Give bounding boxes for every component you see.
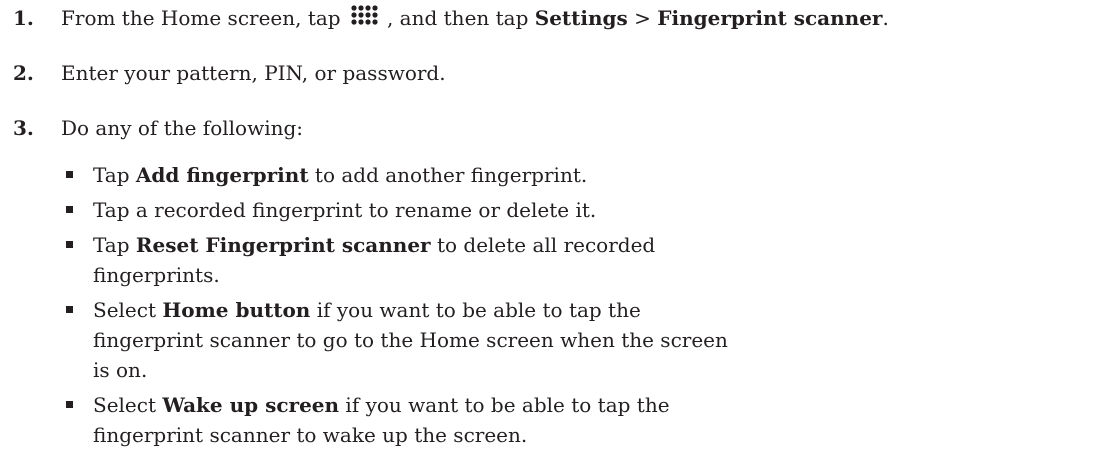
square-bullet-icon xyxy=(66,306,73,313)
item-text: to add another fingerprint. xyxy=(308,163,588,187)
step-text: Enter your pattern, PIN, or password. xyxy=(61,61,446,85)
square-bullet-icon xyxy=(66,241,73,248)
step-text: . xyxy=(882,6,889,30)
item-text: Tap xyxy=(93,233,136,257)
item-emphasis: Add fingerprint xyxy=(135,163,309,187)
step-3: 3. Do any of the following: Tap Add fing… xyxy=(0,113,1104,450)
step-number: 2. xyxy=(13,61,34,85)
square-bullet-icon xyxy=(66,401,73,408)
item-text: Tap a recorded fingerprint to rename or … xyxy=(93,198,597,222)
list-item: Tap Add fingerprint to add another finge… xyxy=(61,160,733,190)
list-item: Select Home button if you want to be abl… xyxy=(61,295,733,385)
steps-list: 1. From the Home screen, tap , and then … xyxy=(0,3,1104,450)
list-item: Tap a recorded fingerprint to rename or … xyxy=(61,195,733,225)
instructions-page: 1. From the Home screen, tap , and then … xyxy=(0,0,1104,447)
step-number: 3. xyxy=(13,116,34,140)
list-item: Tap Reset Fingerprint scanner to delete … xyxy=(61,230,733,290)
step-text: Do any of the following: xyxy=(61,116,304,140)
list-item: Select Wake up screen if you want to be … xyxy=(61,390,733,450)
step-2: 2. Enter your pattern, PIN, or password. xyxy=(0,58,1104,88)
item-text: Select xyxy=(93,298,163,322)
square-bullet-icon xyxy=(66,171,73,178)
step-1: 1. From the Home screen, tap , and then … xyxy=(0,3,1104,33)
square-bullet-icon xyxy=(66,206,73,213)
step-text: , and then tap xyxy=(386,6,535,30)
step-emphasis: Fingerprint scanner xyxy=(657,6,883,30)
item-text: Select xyxy=(93,393,163,417)
step-text: > xyxy=(627,6,658,30)
sub-steps-list: Tap Add fingerprint to add another finge… xyxy=(61,160,1104,450)
item-text: Tap xyxy=(93,163,136,187)
item-emphasis: Reset Fingerprint scanner xyxy=(135,233,431,257)
step-text: From the Home screen, tap xyxy=(61,6,347,30)
apps-grid-icon xyxy=(348,4,386,26)
item-emphasis: Wake up screen xyxy=(162,393,340,417)
step-number: 1. xyxy=(13,6,34,30)
item-emphasis: Home button xyxy=(162,298,311,322)
step-emphasis: Settings xyxy=(534,6,628,30)
